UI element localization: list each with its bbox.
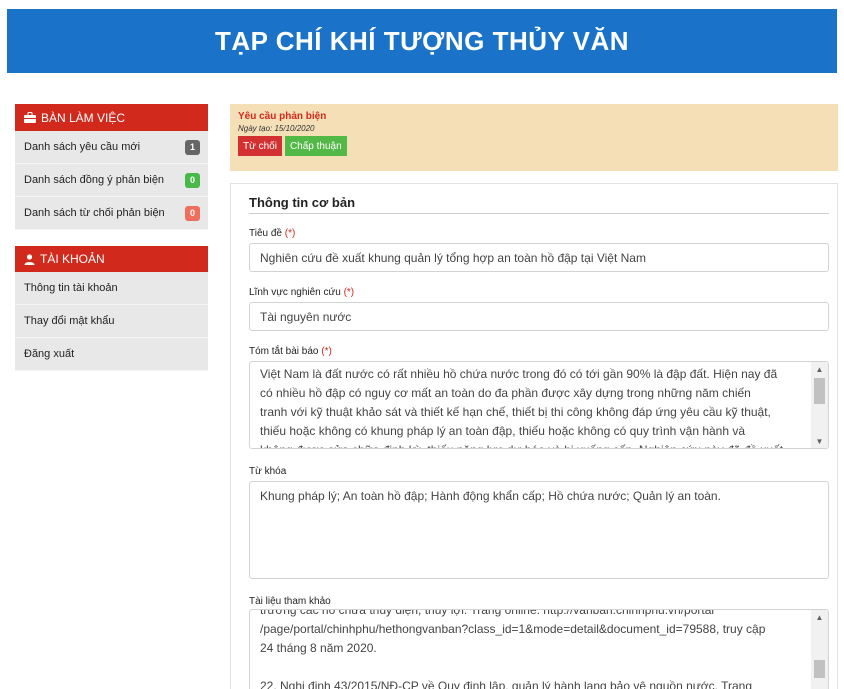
abstract-textarea[interactable]: Việt Nam là đất nước có rất nhiều hồ chứ… (249, 361, 829, 449)
count-badge: 1 (185, 139, 200, 155)
workspace-panel: BÀN LÀM VIỆC Danh sách yêu cầu mới 1 Dan… (15, 104, 208, 230)
keywords-field-group: Từ khóa Khung pháp lý; An toàn hồ đập; H… (249, 466, 829, 579)
references-label: Tài liệu tham khảo (249, 596, 331, 607)
text-line: trường các hồ chứa thủy điện, thủy lợi. … (260, 609, 715, 617)
text-line: có nhiều hồ đập có nguy cơ mất an toàn d… (260, 386, 751, 400)
text-line: 22. Nghị định 43/2015/NĐ-CP về Quy định … (260, 679, 753, 689)
account-header: TÀI KHOẢN (15, 246, 208, 272)
text-line (260, 658, 802, 677)
text-line: /page/portal/chinhphu/hethongvanban?clas… (260, 622, 766, 636)
review-request-alert: Yêu cầu phản biện Ngày tạo: 15/10/2020 T… (230, 104, 838, 171)
field-field-group: Lĩnh vực nghiên cứu (*) Tài nguyên nước (249, 287, 829, 331)
abstract-label: Tóm tắt bài báo (*) (249, 346, 332, 357)
required-mark: (*) (284, 228, 296, 239)
sidebar-item-rejected-reviews[interactable]: Danh sách từ chối phản biện 0 (15, 197, 208, 230)
abstract-scrollbar[interactable]: ▲ ▼ (811, 362, 828, 448)
site-title: TẠP CHÍ KHÍ TƯỢNG THỦY VĂN (214, 25, 630, 56)
count-badge: 0 (185, 205, 200, 221)
scrollbar-thumb[interactable] (814, 378, 825, 404)
references-scrollbar[interactable]: ▲ ▼ (811, 610, 828, 689)
references-field-group: Tài liệu tham khảo trường các hồ chứa th… (249, 596, 829, 689)
sidebar-item-label: Đăng xuất (24, 348, 75, 360)
sidebar-item-label: Thông tin tài khoản (24, 282, 118, 294)
briefcase-icon (24, 112, 36, 123)
account-panel: TÀI KHOẢN Thông tin tài khoản Thay đổi m… (15, 246, 208, 371)
text-line: 24 tháng 8 năm 2020. (260, 641, 377, 655)
chevron-up-icon[interactable]: ▲ (811, 362, 828, 376)
reject-button[interactable]: Từ chối (238, 136, 282, 156)
title-input[interactable]: Nghiên cứu đề xuất khung quản lý tổng hợ… (249, 243, 829, 272)
research-field-input[interactable]: Tài nguyên nước (249, 302, 829, 331)
created-date: Ngày tạo: 15/10/2020 (238, 124, 315, 133)
field-label: Lĩnh vực nghiên cứu (*) (249, 287, 355, 298)
user-icon (24, 253, 35, 265)
text-line: tranh với kỹ thuật khảo sát và thiết kế … (260, 405, 771, 419)
references-textarea[interactable]: trường các hồ chứa thủy điện, thủy lợi. … (249, 609, 829, 689)
site-banner: TẠP CHÍ KHÍ TƯỢNG THỦY VĂN (7, 9, 837, 73)
sidebar-item-label: Danh sách đồng ý phản biện (24, 174, 165, 186)
keywords-textarea[interactable]: Khung pháp lý; An toàn hồ đập; Hành động… (249, 481, 829, 579)
workspace-header: BÀN LÀM VIỆC (15, 104, 208, 131)
sidebar-item-change-password[interactable]: Thay đổi mật khẩu (15, 305, 208, 338)
basic-info-form: Thông tin cơ bản Tiêu đề (*) Nghiên cứu … (230, 183, 838, 689)
accept-button[interactable]: Chấp thuận (284, 136, 347, 156)
required-mark: (*) (343, 287, 355, 298)
chevron-down-icon[interactable]: ▼ (811, 434, 828, 448)
sidebar-item-logout[interactable]: Đăng xuất (15, 338, 208, 371)
section-title: Thông tin cơ bản (249, 195, 829, 214)
text-line: không được sửa chữa định kỳ, thiếu năng … (260, 441, 802, 448)
sidebar-item-accepted-reviews[interactable]: Danh sách đồng ý phản biện 0 (15, 164, 208, 197)
alert-title: Yêu cầu phản biện (238, 111, 327, 122)
chevron-up-icon[interactable]: ▲ (811, 610, 828, 624)
count-badge: 0 (185, 172, 200, 188)
account-title: TÀI KHOẢN (40, 252, 105, 266)
sidebar-item-label: Thay đổi mật khẩu (24, 315, 115, 327)
scrollbar-thumb[interactable] (814, 660, 825, 678)
title-field-group: Tiêu đề (*) Nghiên cứu đề xuất khung quả… (249, 228, 829, 272)
required-mark: (*) (321, 346, 332, 357)
title-label: Tiêu đề (*) (249, 228, 296, 239)
sidebar-item-account-info[interactable]: Thông tin tài khoản (15, 272, 208, 305)
sidebar-item-label: Danh sách yêu cầu mới (24, 141, 141, 153)
text-line: Khung pháp lý; An toàn hồ đập; Hành động… (260, 489, 721, 503)
abstract-field-group: Tóm tắt bài báo (*) Việt Nam là đất nước… (249, 346, 829, 449)
sidebar-item-new-requests[interactable]: Danh sách yêu cầu mới 1 (15, 131, 208, 164)
text-line: Việt Nam là đất nước có rất nhiều hồ chứ… (260, 367, 778, 381)
keywords-label: Từ khóa (249, 466, 287, 477)
text-line: thiếu hoặc không có khung pháp lý an toà… (260, 424, 746, 438)
workspace-title: BÀN LÀM VIỆC (41, 110, 126, 125)
sidebar-item-label: Danh sách từ chối phản biện (24, 207, 165, 219)
